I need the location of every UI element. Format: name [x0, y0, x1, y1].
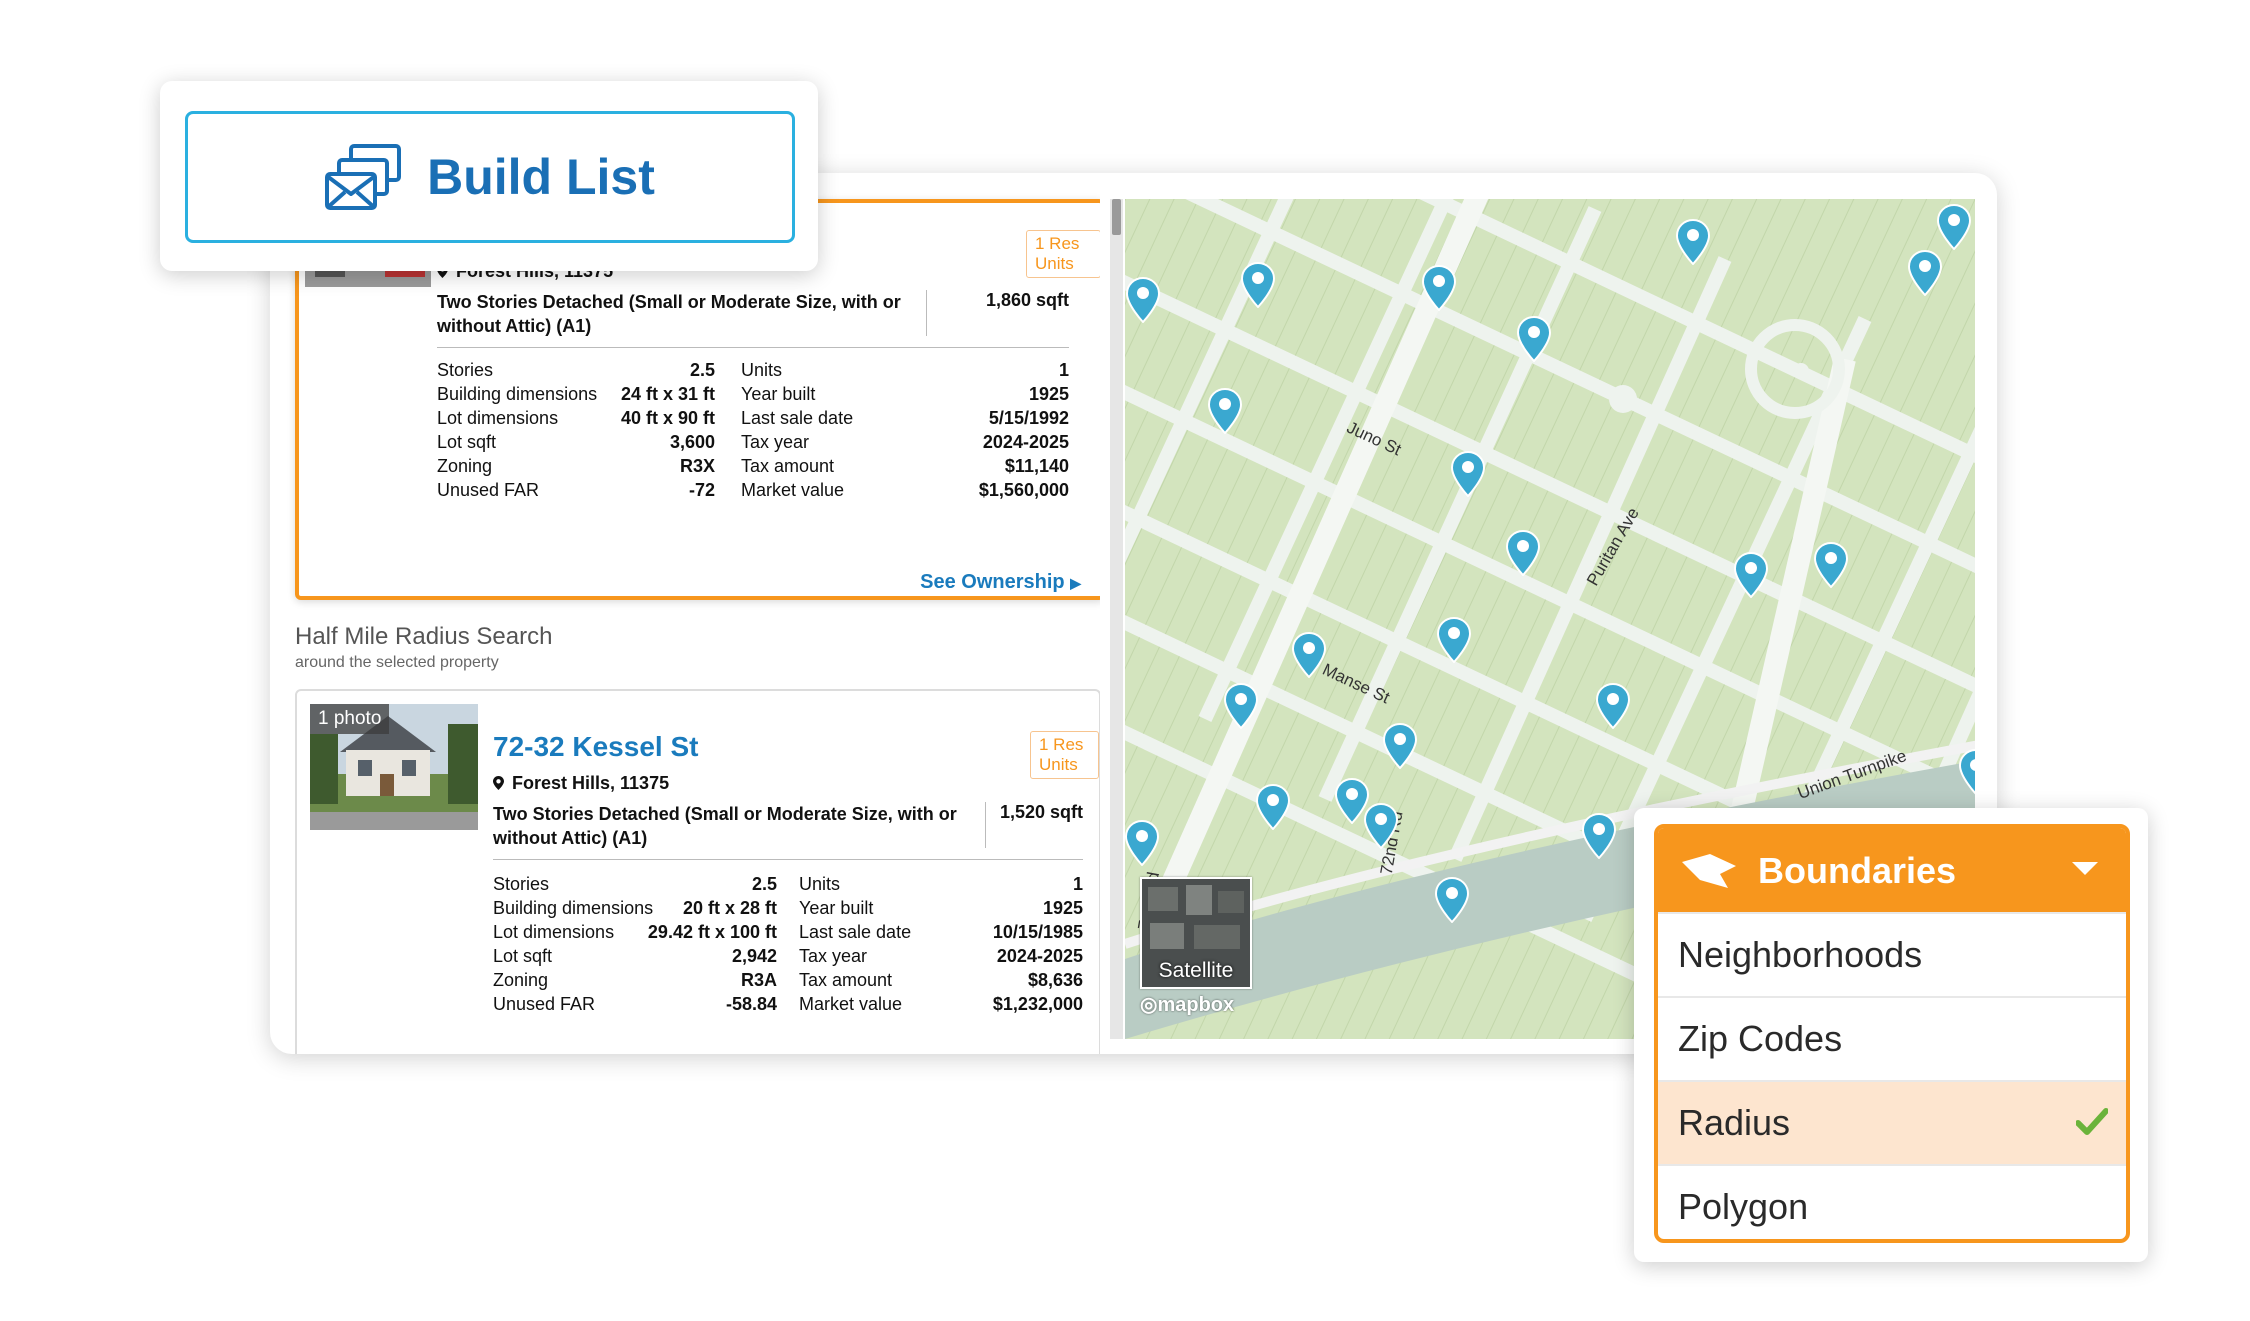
satellite-toggle[interactable]: Satellite	[1140, 877, 1252, 989]
stat-row: Building dimensions 24 ft x 31 ft	[437, 384, 715, 404]
stat-row: Zoning R3A	[493, 970, 777, 990]
mapbox-attribution[interactable]: ◎mapbox	[1140, 992, 1234, 1017]
stat-row: Lot dimensions 40 ft x 90 ft	[437, 408, 715, 428]
satellite-label: Satellite	[1158, 959, 1234, 982]
option-label: Neighborhoods	[1678, 934, 1923, 975]
building-sqft: 1,520 sqft	[999, 802, 1083, 822]
map-marker-pin-icon[interactable]	[1596, 682, 1631, 729]
boundary-option-zip-codes[interactable]: Zip Codes	[1658, 996, 2126, 1080]
results-scrollbar[interactable]	[1110, 199, 1123, 1039]
map-marker-pin-icon[interactable]	[1125, 820, 1159, 867]
boundaries-popup: Boundaries Neighborhoods Zip Codes Radiu…	[1634, 808, 2148, 1262]
units-badge: 1 Res Units	[1026, 230, 1100, 278]
see-ownership-label: See Ownership	[920, 571, 1065, 593]
boundary-option-neighborhoods[interactable]: Neighborhoods	[1658, 912, 2126, 996]
photo-count-badge: 1 photo	[310, 704, 390, 734]
stat-row: Lot sqft 2,942	[493, 946, 777, 966]
stat-row: Market value $1,560,000	[741, 480, 1069, 500]
boundary-option-polygon[interactable]: Polygon	[1658, 1164, 2126, 1239]
map-marker-pin-icon[interactable]	[1241, 262, 1275, 308]
chevron-down-icon	[2072, 862, 2098, 875]
map-marker-pin-icon[interactable]	[1364, 802, 1399, 849]
location-text: Forest Hills, 11375	[512, 773, 670, 793]
stat-row: Year built 1925	[799, 898, 1083, 918]
envelope-stack-icon	[325, 144, 402, 210]
divider	[437, 347, 1069, 348]
stat-row: Tax year 2024-2025	[799, 946, 1083, 966]
build-list-label: Build List	[427, 149, 655, 205]
stat-row: Last sale date 10/15/1985	[799, 922, 1083, 942]
map-marker-pin-icon[interactable]	[1506, 530, 1541, 577]
map-marker-pin-icon[interactable]	[1291, 631, 1326, 678]
building-class: Two Stories Detached (Small or Moderate …	[437, 292, 901, 336]
stat-row: Zoning R3X	[437, 456, 715, 476]
stat-row: Last sale date 5/15/1992	[741, 408, 1069, 428]
map-marker-pin-icon[interactable]	[1422, 264, 1457, 311]
stat-row: Building dimensions 20 ft x 28 ft	[493, 898, 777, 918]
stat-row: Unused FAR -72	[437, 480, 715, 500]
map-marker-pin-icon[interactable]	[1908, 250, 1942, 297]
build-list-popup: Build List	[160, 81, 818, 271]
map-marker-pin-icon[interactable]	[1435, 876, 1470, 923]
divider	[493, 859, 1083, 860]
radius-search-title: Half Mile Radius Search	[295, 623, 553, 650]
property-address-link[interactable]: 72-32 Kessel St	[493, 731, 698, 763]
map-marker-pin-icon[interactable]	[1436, 617, 1471, 664]
see-ownership-link[interactable]: See Ownership ▶	[920, 571, 1081, 594]
map-marker-pin-icon[interactable]	[1958, 749, 1975, 795]
stat-row: Lot sqft 3,600	[437, 432, 715, 452]
mapbox-logo-icon: ◎	[1140, 994, 1158, 1016]
stat-row: Units 1	[799, 874, 1083, 894]
divider	[926, 290, 927, 336]
stat-row: Units 1	[741, 360, 1069, 380]
building-sqft: 1,860 sqft	[985, 290, 1069, 310]
map-marker-pin-icon[interactable]	[1383, 723, 1418, 770]
stat-row: Tax amount $8,636	[799, 970, 1083, 990]
stat-row: Stories 2.5	[493, 874, 777, 894]
option-label: Zip Codes	[1678, 1018, 1843, 1059]
option-label: Polygon	[1678, 1186, 1809, 1227]
stat-row: Lot dimensions 29.42 ft x 100 ft	[493, 922, 777, 942]
location-pin-icon	[493, 776, 504, 790]
result-property-card[interactable]: 1 photo 72-32 Kessel St 1 Res Units Fore…	[295, 689, 1100, 1054]
chevron-right-icon: ▶	[1070, 575, 1081, 591]
map-marker-pin-icon[interactable]	[1126, 276, 1161, 323]
map-marker-pin-icon[interactable]	[1676, 218, 1710, 265]
map-marker-pin-icon[interactable]	[1207, 388, 1242, 435]
boundary-option-radius[interactable]: Radius	[1658, 1080, 2126, 1164]
scrollbar-thumb[interactable]	[1112, 199, 1121, 235]
units-badge: 1 Res Units	[1030, 731, 1099, 779]
building-class: Two Stories Detached (Small or Moderate …	[493, 804, 957, 848]
property-location: Forest Hills, 11375	[493, 773, 669, 794]
radius-search-subtitle: around the selected property	[295, 654, 499, 671]
boundaries-dropdown: Boundaries Neighborhoods Zip Codes Radiu…	[1654, 824, 2130, 1243]
checkmark-icon	[2076, 1108, 2108, 1135]
results-panel: 1 Res Units Forest Hills, 11375 Two Stor…	[270, 173, 1100, 1054]
build-list-button[interactable]: Build List	[185, 111, 795, 243]
stat-row: Unused FAR -58.84	[493, 994, 777, 1014]
boundaries-dropdown-header[interactable]: Boundaries	[1658, 828, 2126, 912]
stat-row: Stories 2.5	[437, 360, 715, 380]
stat-row: Tax amount $11,140	[741, 456, 1069, 476]
boundaries-title: Boundaries	[1758, 850, 1957, 891]
map-marker-pin-icon[interactable]	[1581, 813, 1616, 859]
map-marker-pin-icon[interactable]	[1516, 315, 1551, 362]
property-photo[interactable]: 1 photo	[310, 704, 478, 830]
stat-row: Year built 1925	[741, 384, 1069, 404]
boundary-flag-icon	[1682, 854, 1736, 888]
stat-row: Tax year 2024-2025	[741, 432, 1069, 452]
map-marker-pin-icon[interactable]	[1937, 204, 1971, 250]
map-marker-pin-icon[interactable]	[1813, 541, 1848, 588]
map-marker-pin-icon[interactable]	[1255, 784, 1290, 830]
map-marker-pin-icon[interactable]	[1223, 682, 1258, 729]
map-marker-pin-icon[interactable]	[1451, 450, 1486, 497]
option-label: Radius	[1678, 1102, 1791, 1143]
stat-row: Market value $1,232,000	[799, 994, 1083, 1014]
map-marker-pin-icon[interactable]	[1734, 552, 1768, 598]
